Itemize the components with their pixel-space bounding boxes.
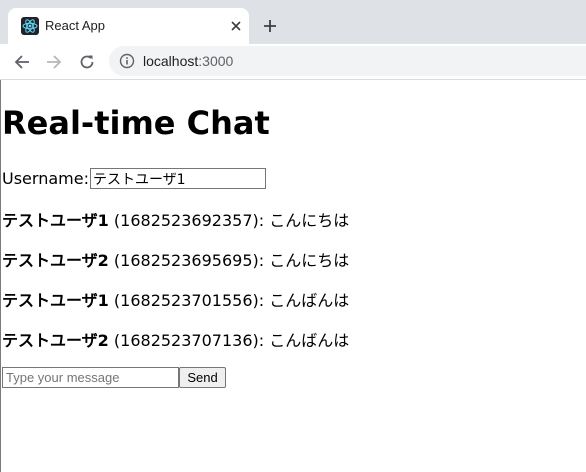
close-icon xyxy=(231,21,241,31)
message-text: こんにちは xyxy=(269,251,350,270)
chat-message: テストユーザ2 (1682523707136): こんばんは xyxy=(2,327,349,351)
back-button[interactable] xyxy=(9,49,35,75)
forward-arrow-icon xyxy=(47,55,62,69)
message-timestamp: (1682523692357): xyxy=(108,211,270,230)
send-button[interactable]: Send xyxy=(179,367,226,388)
info-icon[interactable] xyxy=(119,53,135,69)
new-tab-button[interactable] xyxy=(258,14,282,38)
username-row: Username: xyxy=(2,168,266,189)
tab-react-app[interactable]: React App xyxy=(8,8,249,44)
tab-strip: React App xyxy=(0,0,586,44)
address-bar[interactable]: localhost:3000 xyxy=(109,46,586,76)
react-favicon xyxy=(21,17,39,35)
message-input[interactable] xyxy=(2,367,179,388)
username-label: Username: xyxy=(2,169,89,188)
tab-title: React App xyxy=(45,18,105,33)
message-text: こんばんは xyxy=(269,331,350,350)
message-timestamp: (1682523695695): xyxy=(108,251,270,270)
message-timestamp: (1682523701556): xyxy=(108,291,270,310)
url-host: localhost xyxy=(143,53,199,69)
reload-icon xyxy=(80,55,94,69)
message-user: テストユーザ1 xyxy=(2,211,109,230)
message-timestamp: (1682523707136): xyxy=(108,331,270,350)
back-arrow-icon xyxy=(14,55,29,69)
page-viewport: Real-time Chat Username: テストユーザ1 (168252… xyxy=(0,80,585,472)
close-tab-button[interactable] xyxy=(226,16,246,36)
username-input[interactable] xyxy=(89,168,266,189)
message-text: こんばんは xyxy=(269,291,350,310)
message-user: テストユーザ1 xyxy=(2,291,109,310)
url-text[interactable]: localhost:3000 xyxy=(143,53,233,69)
message-text: こんにちは xyxy=(269,211,350,230)
message-user: テストユーザ2 xyxy=(2,331,109,350)
chat-message: テストユーザ2 (1682523695695): こんにちは xyxy=(2,247,349,271)
message-user: テストユーザ2 xyxy=(2,251,109,270)
chat-message: テストユーザ1 (1682523692357): こんにちは xyxy=(2,207,349,231)
page-title: Real-time Chat xyxy=(2,104,270,142)
url-port: :3000 xyxy=(198,53,234,69)
browser-toolbar: localhost:3000 xyxy=(0,44,586,80)
forward-button[interactable] xyxy=(41,49,67,75)
chat-message: テストユーザ1 (1682523701556): こんばんは xyxy=(2,287,349,311)
reload-button[interactable] xyxy=(74,49,100,75)
plus-icon xyxy=(264,20,276,32)
